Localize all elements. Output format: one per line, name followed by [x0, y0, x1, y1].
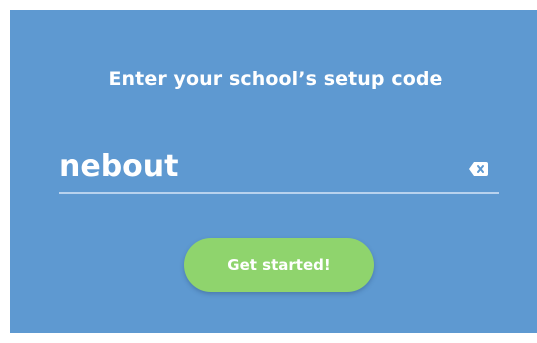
- setup-code-input[interactable]: [59, 144, 439, 188]
- get-started-button[interactable]: Get started!: [184, 238, 374, 292]
- setup-code-panel: Enter your school’s setup code Get start…: [10, 10, 537, 333]
- backspace-clear-icon: [469, 162, 488, 176]
- page-title: Enter your school’s setup code: [108, 68, 443, 90]
- input-underline: [59, 192, 499, 194]
- setup-code-field: [59, 144, 499, 194]
- clear-button[interactable]: [469, 162, 488, 176]
